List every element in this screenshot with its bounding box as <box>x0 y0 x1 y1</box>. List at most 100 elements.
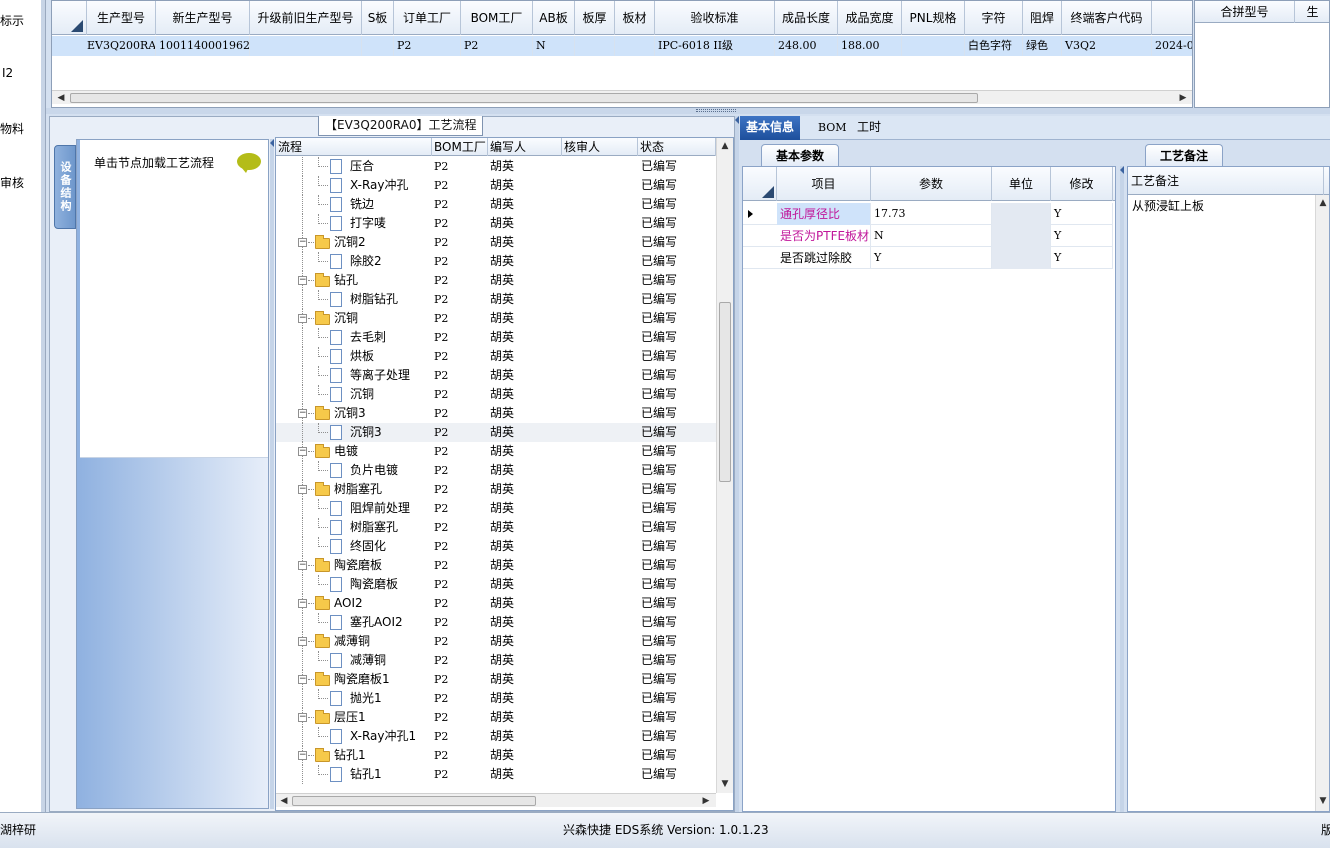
col-header[interactable]: 修改 <box>1051 167 1113 201</box>
collapse-icon[interactable]: − <box>298 485 307 494</box>
tree-row[interactable]: 除胶2 P2 胡英 已编写 <box>276 252 716 271</box>
tree-cell-status[interactable]: 已编写 <box>641 328 716 347</box>
col-header[interactable]: 编写人 <box>488 138 562 156</box>
tree-cell-status[interactable]: 已编写 <box>641 176 716 195</box>
col-header[interactable]: 阻焊 <box>1023 1 1062 35</box>
tree-cell-writer[interactable]: 胡英 <box>490 290 562 309</box>
col-header[interactable]: 订单工厂 <box>394 1 461 35</box>
tree-node-label[interactable]: 减薄铜 <box>350 651 386 670</box>
tree-row[interactable]: 阻焊前处理 P2 胡英 已编写 <box>276 499 716 518</box>
tree-cell-status[interactable]: 已编写 <box>641 366 716 385</box>
tree-cell-factory[interactable]: P2 <box>434 651 488 670</box>
col-header[interactable]: BOM工厂 <box>461 1 533 35</box>
tree-cell-factory[interactable]: P2 <box>434 328 488 347</box>
tree-row[interactable]: 压合 P2 胡英 已编写 <box>276 157 716 176</box>
tree-cell-writer[interactable]: 胡英 <box>490 480 562 499</box>
param-cell-value[interactable]: N <box>871 225 992 247</box>
tree-node-label[interactable]: 打字唛 <box>350 214 386 233</box>
tree-cell-reviewer[interactable] <box>564 423 638 442</box>
tree-cell-reviewer[interactable] <box>564 651 638 670</box>
tree-node-label[interactable]: 去毛刺 <box>350 328 386 347</box>
tree-cell-factory[interactable]: P2 <box>434 195 488 214</box>
col-header[interactable]: 单位 <box>992 167 1051 201</box>
nav-item-material[interactable]: 物料 <box>0 120 24 137</box>
param-cell-item[interactable]: 通孔厚径比 <box>777 203 871 225</box>
col-header[interactable]: AB板 <box>533 1 575 35</box>
tree-cell-writer[interactable]: 胡英 <box>490 765 562 784</box>
tree-cell-status[interactable]: 已编写 <box>641 594 716 613</box>
col-header[interactable]: 验收标准 <box>655 1 775 35</box>
tree-cell-factory[interactable]: P2 <box>434 214 488 233</box>
tree-node-label[interactable]: 树脂塞孔 <box>350 518 398 537</box>
tree-cell-reviewer[interactable] <box>564 556 638 575</box>
collapse-icon[interactable]: − <box>298 751 307 760</box>
tree-cell-status[interactable]: 已编写 <box>641 195 716 214</box>
tree-cell-writer[interactable]: 胡英 <box>490 271 562 290</box>
tree-cell-status[interactable]: 已编写 <box>641 423 716 442</box>
tree-cell-factory[interactable]: P2 <box>434 404 488 423</box>
tree-cell-writer[interactable]: 胡英 <box>490 651 562 670</box>
tree-cell-reviewer[interactable] <box>564 575 638 594</box>
tree-cell-reviewer[interactable] <box>564 708 638 727</box>
col-header[interactable]: 成品宽度 <box>838 1 902 35</box>
tree-row[interactable]: 去毛刺 P2 胡英 已编写 <box>276 328 716 347</box>
tree-cell-status[interactable]: 已编写 <box>641 309 716 328</box>
param-row[interactable]: 是否跳过除胶 Y Y <box>743 247 1113 269</box>
tree-cell-reviewer[interactable] <box>564 499 638 518</box>
tree-node-label[interactable]: 钻孔1 <box>334 746 366 765</box>
tree-cell-writer[interactable]: 胡英 <box>490 328 562 347</box>
tree-row[interactable]: − 电镀 P2 胡英 已编写 <box>276 442 716 461</box>
tree-cell-factory[interactable]: P2 <box>434 613 488 632</box>
tree-cell-reviewer[interactable] <box>564 290 638 309</box>
tree-cell-status[interactable]: 已编写 <box>641 233 716 252</box>
tree-row[interactable]: 钻孔1 P2 胡英 已编写 <box>276 765 716 784</box>
tree-cell-status[interactable]: 已编写 <box>641 442 716 461</box>
tree-cell-writer[interactable]: 胡英 <box>490 195 562 214</box>
param-cell-value[interactable]: Y <box>871 247 992 269</box>
tree-cell-writer[interactable]: 胡英 <box>490 461 562 480</box>
col-header[interactable]: 流程 <box>276 138 432 156</box>
tree-cell-writer[interactable]: 胡英 <box>490 727 562 746</box>
tree-cell-status[interactable]: 已编写 <box>641 575 716 594</box>
tree-cell-reviewer[interactable] <box>564 347 638 366</box>
tree-row[interactable]: 沉铜 P2 胡英 已编写 <box>276 385 716 404</box>
tree-cell-reviewer[interactable] <box>564 746 638 765</box>
tree-cell-writer[interactable]: 胡英 <box>490 347 562 366</box>
vertical-splitter-notes[interactable] <box>1120 166 1124 812</box>
col-header[interactable]: 新生产型号 <box>156 1 250 35</box>
tree-cell-status[interactable]: 已编写 <box>641 518 716 537</box>
cell[interactable] <box>902 36 965 56</box>
table-row[interactable]: EV3Q200RA0 10011400019624 P2 P2 N IPC-60… <box>52 36 1192 56</box>
tree-cell-factory[interactable]: P2 <box>434 632 488 651</box>
col-header[interactable]: 生产型号 <box>87 1 156 35</box>
tree-cell-reviewer[interactable] <box>564 670 638 689</box>
scroll-up-icon[interactable]: ▲ <box>719 140 731 152</box>
vertical-splitter-main[interactable] <box>735 116 739 812</box>
tree-node-label[interactable]: 沉铜 <box>350 385 374 404</box>
tree-cell-factory[interactable]: P2 <box>434 765 488 784</box>
col-header[interactable]: 升级前旧生产型号 <box>250 1 362 35</box>
tree-cell-reviewer[interactable] <box>564 442 638 461</box>
tree-cell-reviewer[interactable] <box>564 214 638 233</box>
tree-cell-status[interactable]: 已编写 <box>641 461 716 480</box>
tree-node-label[interactable]: 烘板 <box>350 347 374 366</box>
tree-cell-reviewer[interactable] <box>564 765 638 784</box>
tree-row[interactable]: − 沉铜2 P2 胡英 已编写 <box>276 233 716 252</box>
cell[interactable] <box>362 36 394 56</box>
tree-cell-reviewer[interactable] <box>564 594 638 613</box>
tree-row[interactable]: − 陶瓷磨板1 P2 胡英 已编写 <box>276 670 716 689</box>
tree-node-label[interactable]: 陶瓷磨板1 <box>334 670 390 689</box>
cell[interactable]: 白色字符 <box>965 36 1023 56</box>
tree-row[interactable]: 沉铜3 P2 胡英 已编写 <box>276 423 716 442</box>
tree-cell-status[interactable]: 已编写 <box>641 385 716 404</box>
param-cell-item[interactable]: 是否跳过除胶 <box>777 247 871 269</box>
tree-cell-status[interactable]: 已编写 <box>641 347 716 366</box>
tree-cell-status[interactable]: 已编写 <box>641 765 716 784</box>
cell[interactable]: 绿色 <box>1023 36 1062 56</box>
tree-node-label[interactable]: 减薄铜 <box>334 632 370 651</box>
tree-cell-writer[interactable]: 胡英 <box>490 613 562 632</box>
nav-item-mark[interactable]: 标示 <box>0 12 24 29</box>
tree-cell-factory[interactable]: P2 <box>434 309 488 328</box>
tree-cell-status[interactable]: 已编写 <box>641 632 716 651</box>
tab-basic-params[interactable]: 基本参数 <box>761 144 840 166</box>
